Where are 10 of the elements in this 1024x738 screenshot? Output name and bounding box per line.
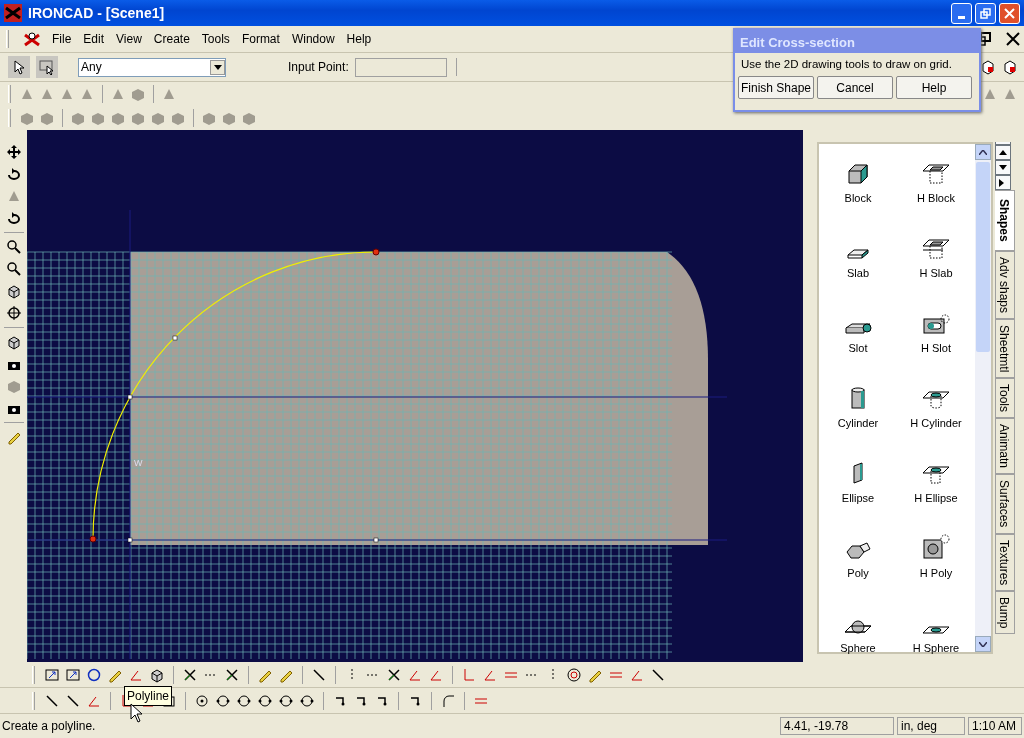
axis-label: W xyxy=(134,457,143,470)
window-title: IRONCAD - [Scene1] xyxy=(28,3,166,23)
clock-field: 1:10 AM xyxy=(968,717,1022,735)
status-message: Create a polyline. xyxy=(2,718,97,735)
coordinates-field: 4.41, -19.78 xyxy=(780,717,894,735)
tooltip: Polyline xyxy=(124,686,173,706)
dialog-title: Edit Cross-section xyxy=(735,30,979,53)
input-point-label: Input Point: xyxy=(288,59,349,76)
dialog-message: Use the 2D drawing tools to draw on grid. xyxy=(740,57,953,72)
units-field: in, deg xyxy=(897,717,965,735)
